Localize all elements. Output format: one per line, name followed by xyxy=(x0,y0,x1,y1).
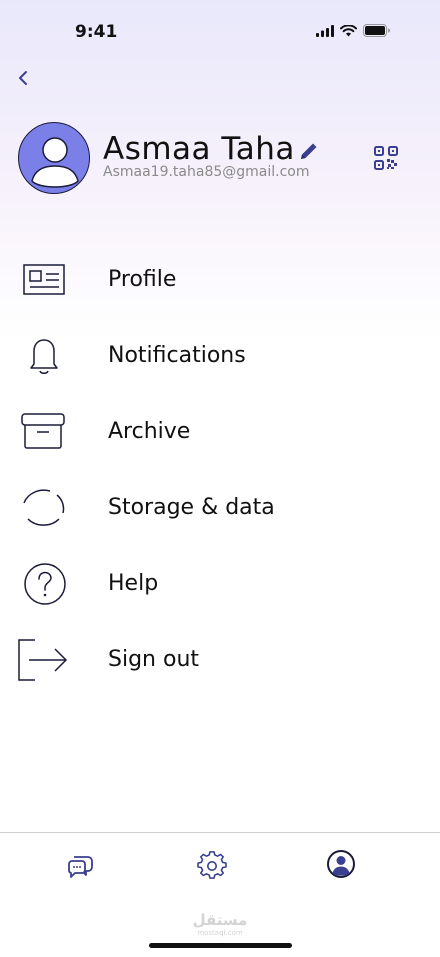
chat-bubble-icon xyxy=(68,856,93,878)
profile-email: Asmaa19.taha85@gmail.com xyxy=(103,164,310,180)
status-bar: 9:41 xyxy=(0,0,440,60)
archive-box-icon xyxy=(21,413,65,449)
menu-item-label: Help xyxy=(108,571,159,596)
menu-item-help[interactable]: Help xyxy=(0,546,440,622)
watermark-url: mostaql.com xyxy=(197,929,243,937)
tab-bar: مستقل mostaql.com xyxy=(0,832,440,957)
menu-item-label: Profile xyxy=(108,267,177,292)
menu-item-profile[interactable]: Profile xyxy=(0,242,440,318)
settings-menu: Profile Notifications Archive Storage & … xyxy=(0,242,440,698)
signal-icon xyxy=(316,24,334,37)
menu-item-archive[interactable]: Archive xyxy=(0,394,440,470)
chevron-left-icon xyxy=(19,71,27,85)
status-icons xyxy=(316,24,390,37)
tab-settings[interactable] xyxy=(197,851,227,881)
gear-icon xyxy=(197,851,227,879)
battery-icon xyxy=(363,24,390,37)
sign-out-icon xyxy=(18,639,68,681)
profile-circle-icon xyxy=(327,850,355,878)
tab-profile[interactable] xyxy=(326,849,356,879)
user-avatar-icon xyxy=(31,137,79,188)
id-card-icon xyxy=(23,264,65,295)
edit-name-button[interactable] xyxy=(297,139,321,163)
wifi-icon xyxy=(340,24,357,36)
menu-item-label: Sign out xyxy=(108,647,200,672)
storage-ring-icon xyxy=(23,489,65,526)
profile-name: Asmaa Taha xyxy=(103,131,295,167)
menu-item-label: Notifications xyxy=(108,343,246,368)
bell-icon xyxy=(30,339,58,374)
pencil-icon xyxy=(301,143,317,159)
back-button[interactable] xyxy=(14,66,34,90)
menu-item-notifications[interactable]: Notifications xyxy=(0,318,440,394)
avatar[interactable] xyxy=(18,122,90,194)
question-circle-icon xyxy=(24,563,66,605)
watermark-logo: مستقل xyxy=(192,911,248,929)
menu-item-label: Archive xyxy=(108,419,191,444)
qr-code-button[interactable] xyxy=(374,146,398,170)
status-time: 9:41 xyxy=(75,22,118,42)
menu-item-sign-out[interactable]: Sign out xyxy=(0,622,440,698)
home-indicator xyxy=(149,943,292,948)
menu-item-storage[interactable]: Storage & data xyxy=(0,470,440,546)
menu-item-label: Storage & data xyxy=(108,495,275,520)
qr-code-icon xyxy=(374,146,398,170)
tab-chats[interactable] xyxy=(65,851,95,881)
